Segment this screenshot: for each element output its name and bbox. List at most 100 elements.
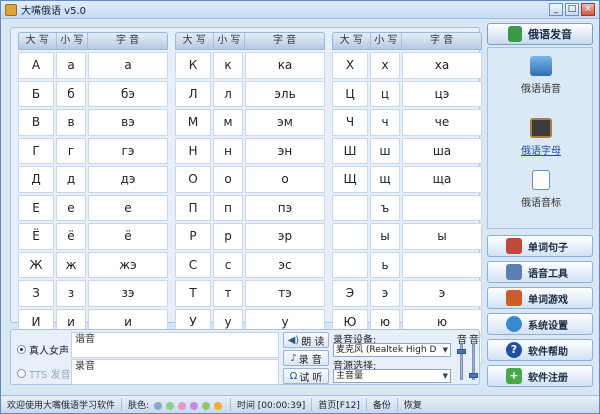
skin-dot[interactable] xyxy=(165,401,174,410)
slider-knob[interactable] xyxy=(469,373,478,378)
letter-sound-cell[interactable] xyxy=(402,194,482,221)
letter-lower-cell[interactable]: к xyxy=(213,52,243,79)
letter-upper-cell[interactable]: К xyxy=(175,52,211,79)
letter-row[interactable]: Рр эр xyxy=(175,223,325,250)
letter-sound-cell[interactable]: о xyxy=(245,166,325,193)
letter-lower-cell[interactable]: п xyxy=(213,194,243,221)
letter-row[interactable]: Ааа xyxy=(18,52,168,79)
letter-upper-cell[interactable]: Ц xyxy=(332,80,368,107)
letter-lower-cell[interactable]: х xyxy=(370,52,400,79)
letter-sound-cell[interactable]: эн xyxy=(245,137,325,164)
letter-row[interactable]: Зз зэ xyxy=(18,280,168,307)
letter-upper-cell[interactable]: П xyxy=(175,194,211,221)
skin-dot[interactable] xyxy=(201,401,210,410)
letter-sound-cell[interactable]: жэ xyxy=(88,251,168,278)
backup-link[interactable]: 备份 xyxy=(367,398,398,411)
letter-upper-cell[interactable]: Г xyxy=(18,137,54,164)
letter-row[interactable]: Хх ха xyxy=(332,52,482,79)
letter-sound-cell[interactable] xyxy=(402,251,482,278)
letter-sound-cell[interactable]: е xyxy=(88,194,168,221)
letter-lower-cell[interactable]: г xyxy=(56,137,86,164)
letter-row[interactable]: Вв вэ xyxy=(18,109,168,136)
letter-lower-cell[interactable]: а xyxy=(56,52,86,79)
letter-lower-cell[interactable]: ш xyxy=(370,137,400,164)
words-sentences-button[interactable]: 单词句子 xyxy=(487,235,593,257)
sidebar-item-pronunciation[interactable]: 俄语语音 xyxy=(488,56,594,95)
letter-sound-cell[interactable]: тэ xyxy=(245,280,325,307)
home-link[interactable]: 首页[F12] xyxy=(312,398,367,411)
letter-upper-cell[interactable]: Е xyxy=(18,194,54,221)
letter-row[interactable]: Жж жэ xyxy=(18,251,168,278)
letter-sound-cell[interactable]: а xyxy=(88,52,168,79)
letter-row[interactable]: Чч че xyxy=(332,109,482,136)
letter-lower-cell[interactable]: ж xyxy=(56,251,86,278)
letter-lower-cell[interactable]: с xyxy=(213,251,243,278)
letter-sound-cell[interactable]: ха xyxy=(402,52,482,79)
letter-lower-cell[interactable]: ё xyxy=(56,223,86,250)
letter-lower-cell[interactable]: л xyxy=(213,80,243,107)
letter-row[interactable]: Гг гэ xyxy=(18,137,168,164)
letter-lower-cell[interactable]: ь xyxy=(370,251,400,278)
restore-link[interactable]: 恢复 xyxy=(398,398,428,411)
letter-sound-cell[interactable]: пэ xyxy=(245,194,325,221)
letter-upper-cell[interactable]: Б xyxy=(18,80,54,107)
letter-lower-cell[interactable]: м xyxy=(213,109,243,136)
letter-row[interactable]: Эээ xyxy=(332,280,482,307)
letter-upper-cell[interactable]: В xyxy=(18,109,54,136)
sidebar-header[interactable]: 俄语发音 xyxy=(487,23,593,45)
letter-row[interactable]: Бб бэ xyxy=(18,80,168,107)
word-games-button[interactable]: 单词游戏 xyxy=(487,287,593,309)
letter-upper-cell[interactable]: Э xyxy=(332,280,368,307)
letter-lower-cell[interactable]: о xyxy=(213,166,243,193)
letter-upper-cell[interactable]: Т xyxy=(175,280,211,307)
letter-row[interactable]: ь xyxy=(332,251,482,278)
phonetic-textbox[interactable]: 谐音 xyxy=(71,332,279,358)
title-bar[interactable]: 大嘴俄语 v5.0 _ □ × xyxy=(1,1,599,19)
letter-upper-cell[interactable]: Р xyxy=(175,223,211,250)
letter-lower-cell[interactable]: р xyxy=(213,223,243,250)
letter-upper-cell[interactable]: Ш xyxy=(332,137,368,164)
letter-sound-cell[interactable]: зэ xyxy=(88,280,168,307)
record-button[interactable]: ♪ 录 音 xyxy=(283,350,329,366)
listen-button[interactable]: Ω试 听 xyxy=(283,368,329,384)
letter-sound-cell[interactable]: бэ xyxy=(88,80,168,107)
letter-row[interactable]: Дд дэ xyxy=(18,166,168,193)
close-button[interactable]: × xyxy=(581,3,595,16)
letter-sound-cell[interactable]: ы xyxy=(402,223,482,250)
letter-sound-cell[interactable]: эль xyxy=(245,80,325,107)
letter-lower-cell[interactable]: ъ xyxy=(370,194,400,221)
letter-sound-cell[interactable]: цэ xyxy=(402,80,482,107)
volume-slider-b[interactable] xyxy=(469,344,478,380)
letter-lower-cell[interactable]: е xyxy=(56,194,86,221)
slider-knob[interactable] xyxy=(457,349,466,354)
letter-lower-cell[interactable]: ц xyxy=(370,80,400,107)
letter-lower-cell[interactable]: в xyxy=(56,109,86,136)
letter-sound-cell[interactable]: ща xyxy=(402,166,482,193)
software-help-button[interactable]: ? 软件帮助 xyxy=(487,339,593,361)
letter-upper-cell[interactable]: С xyxy=(175,251,211,278)
skin-dot[interactable] xyxy=(189,401,198,410)
read-aloud-button[interactable]: ◀) 朗 读 xyxy=(283,332,329,348)
letter-upper-cell[interactable]: Ё xyxy=(18,223,54,250)
skin-dot[interactable] xyxy=(153,401,162,410)
letter-lower-cell[interactable]: н xyxy=(213,137,243,164)
letter-row[interactable]: Пп пэ xyxy=(175,194,325,221)
sidebar-item-phonetic[interactable]: 俄语音标 xyxy=(488,170,594,209)
letter-row[interactable]: ъ xyxy=(332,194,482,221)
letter-lower-cell[interactable]: д xyxy=(56,166,86,193)
maximize-button[interactable]: □ xyxy=(565,3,579,16)
letter-row[interactable]: Нн эн xyxy=(175,137,325,164)
letter-upper-cell[interactable]: Щ xyxy=(332,166,368,193)
letter-lower-cell[interactable]: б xyxy=(56,80,86,107)
letter-upper-cell[interactable]: Н xyxy=(175,137,211,164)
letter-row[interactable]: Тт тэ xyxy=(175,280,325,307)
software-register-button[interactable]: + 软件注册 xyxy=(487,365,593,387)
letter-sound-cell[interactable]: дэ xyxy=(88,166,168,193)
letter-row[interactable]: Лл эль xyxy=(175,80,325,107)
letter-upper-cell[interactable]: З xyxy=(18,280,54,307)
letter-row[interactable]: Шш ша xyxy=(332,137,482,164)
letter-sound-cell[interactable]: э xyxy=(402,280,482,307)
letter-lower-cell[interactable]: ы xyxy=(370,223,400,250)
letter-upper-cell[interactable]: Д xyxy=(18,166,54,193)
letter-upper-cell[interactable]: О xyxy=(175,166,211,193)
